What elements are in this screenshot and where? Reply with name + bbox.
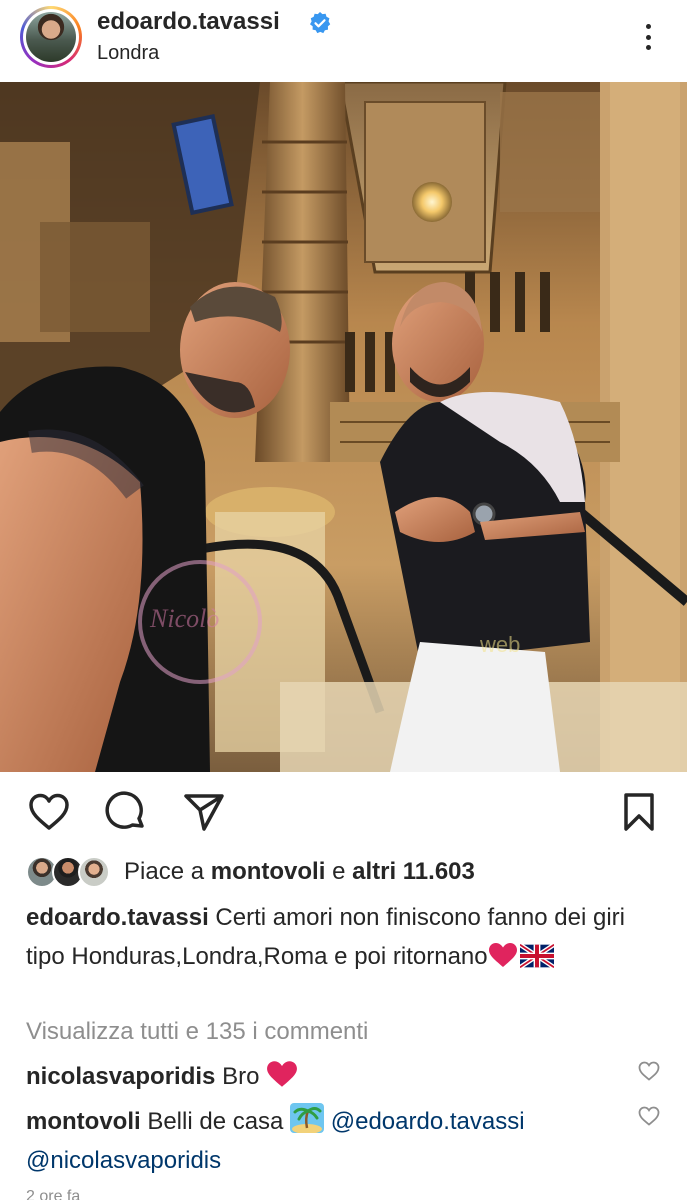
comment-like-heart-icon[interactable] [638,1106,660,1126]
likes-count[interactable]: altri 11.603 [352,858,475,885]
red-heart-icon [488,943,517,967]
comment-item: montovoli Belli de casa @edoardo.tavassi… [26,1102,626,1180]
mention-link[interactable]: @nicolasvaporidis [26,1147,221,1174]
red-heart-icon [267,1061,298,1087]
verified-badge-icon [310,12,331,34]
photo-illustration: Nicolò web [0,82,687,772]
comment-item: nicolasvaporidis Bro [26,1057,626,1096]
mention-link[interactable]: @edoardo.tavassi [331,1108,525,1135]
uk-flag-icon [519,944,554,968]
action-bar [0,772,687,852]
comment-username[interactable]: montovoli [26,1108,141,1135]
bookmark-icon[interactable] [617,790,661,834]
comment-text: Belli de casa [147,1108,284,1135]
watermark-right: web [479,632,520,657]
post-header: edoardo.tavassi Londra [0,0,687,82]
post-timestamp: 2 ore fa [26,1188,81,1200]
likes-text: Piace a montovoli e altri 11.603 [124,858,475,885]
liker-avatars [26,855,116,889]
comment-username[interactable]: nicolasvaporidis [26,1063,215,1090]
liker-username[interactable]: montovoli [211,858,326,885]
comment-text: Bro [222,1063,260,1090]
comment-like-heart-icon[interactable] [638,1061,660,1081]
caption-username[interactable]: edoardo.tavassi [26,904,209,931]
paper-plane-icon[interactable] [182,790,226,834]
likes-summary[interactable]: Piace a montovoli e altri 11.603 [26,852,475,892]
view-all-comments-link[interactable]: Visualizza tutti e 135 i commenti [26,1018,368,1046]
watermark-left: Nicolò [149,604,219,633]
location[interactable]: Londra [97,42,159,65]
heart-icon[interactable] [27,790,71,834]
more-options-icon[interactable] [636,20,660,54]
avatar[interactable] [20,6,82,68]
post-photo[interactable]: Nicolò web [0,82,687,772]
username[interactable]: edoardo.tavassi [97,8,280,36]
island-palm-icon [290,1103,325,1133]
liker-avatar [78,856,110,888]
caption: edoardo.tavassi Certi amori non finiscon… [26,898,656,976]
comment-icon[interactable] [104,790,148,834]
